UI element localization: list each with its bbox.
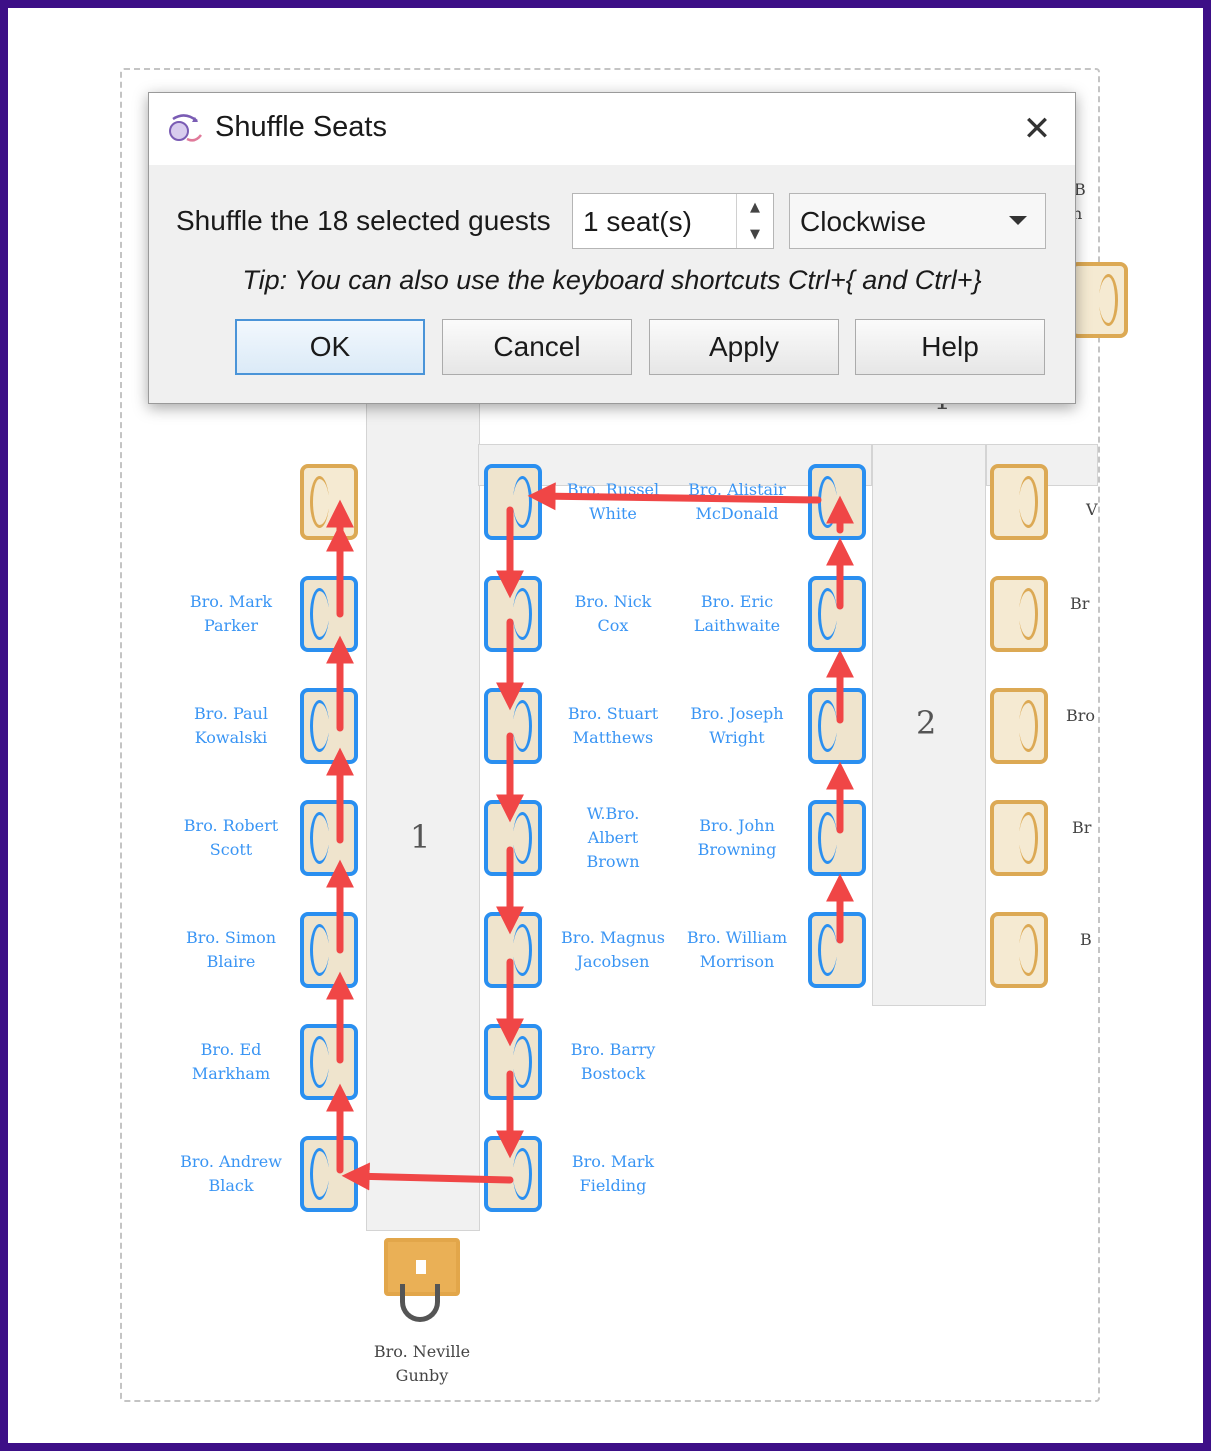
spin-up-icon[interactable]: ▲ (737, 194, 773, 221)
chevron-down-icon (1009, 216, 1027, 225)
cancel-button[interactable]: Cancel (442, 319, 632, 375)
spin-down-icon[interactable]: ▼ (737, 221, 773, 248)
shuffle-seats-icon (169, 114, 202, 142)
seats-input[interactable] (583, 206, 723, 238)
apply-button[interactable]: Apply (649, 319, 839, 375)
shuffle-arrow (341, 1162, 514, 1191)
keyboard-tip: Tip: You can also use the keyboard short… (242, 265, 982, 295)
ok-button[interactable]: OK (235, 319, 425, 375)
dialog-title: Shuffle Seats (215, 111, 387, 143)
close-icon[interactable]: ✕ (1015, 107, 1059, 151)
direction-value: Clockwise (800, 206, 927, 237)
direction-dropdown[interactable]: Clockwise (789, 193, 1046, 249)
dialog-title-bar: Shuffle Seats ✕ (149, 93, 1075, 165)
shuffle-seats-dialog: Shuffle Seats ✕ Shuffle the 18 selected … (148, 92, 1076, 404)
shuffle-label: Shuffle the 18 selected guests (176, 205, 551, 236)
help-button[interactable]: Help (855, 319, 1045, 375)
seats-spinbox[interactable]: ▲ ▼ (572, 193, 774, 249)
shuffle-arrow (527, 482, 822, 511)
spin-buttons: ▲ ▼ (736, 194, 773, 248)
